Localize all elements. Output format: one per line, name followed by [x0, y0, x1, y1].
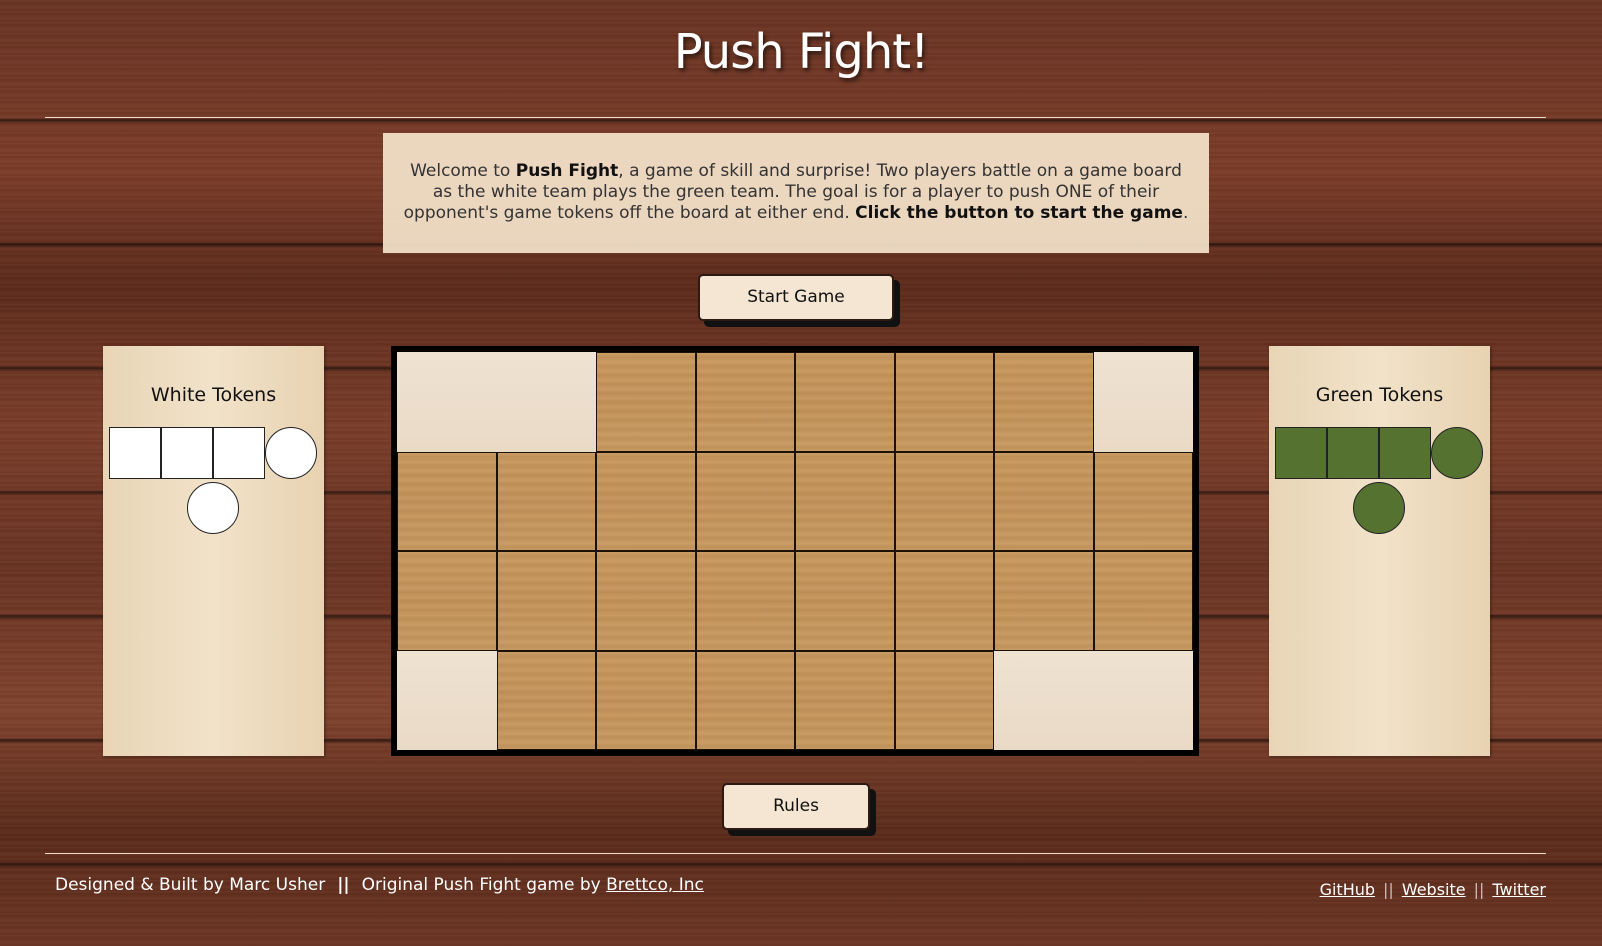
- off-board-area: [994, 650, 1094, 750]
- intro-text-3: .: [1182, 203, 1189, 223]
- start-game-button[interactable]: Start Game: [698, 274, 894, 321]
- board-square[interactable]: [894, 451, 994, 551]
- footer-link-separator: ||: [1383, 880, 1394, 899]
- off-board-area: [1093, 650, 1193, 750]
- green-tokens-title: Green Tokens: [1315, 384, 1444, 406]
- board-square[interactable]: [695, 650, 795, 750]
- green-square-token[interactable]: [1379, 427, 1431, 479]
- off-board-area: [496, 352, 596, 452]
- page-title: Push Fight!: [673, 24, 930, 80]
- board-square[interactable]: [596, 352, 696, 452]
- board-square[interactable]: [496, 650, 596, 750]
- footer-links: GitHub || Website || Twitter: [1320, 880, 1546, 899]
- board-square[interactable]: [695, 551, 795, 651]
- rules-button[interactable]: Rules: [722, 783, 870, 830]
- footer-credits: Designed & Built by Marc Usher || Original…: [55, 875, 704, 895]
- brettco-link[interactable]: Brettco, Inc: [606, 875, 704, 895]
- board-square[interactable]: [1093, 451, 1193, 551]
- original-game-credit: Original Push Fight game by: [361, 875, 607, 895]
- green-square-token[interactable]: [1275, 427, 1327, 479]
- footer-separator: ||: [337, 875, 350, 895]
- board-square[interactable]: [397, 451, 497, 551]
- website-link[interactable]: Website: [1402, 880, 1466, 899]
- board-square[interactable]: [994, 551, 1094, 651]
- intro-game-name: Push Fight: [515, 161, 619, 181]
- white-round-token[interactable]: [265, 427, 317, 479]
- github-link[interactable]: GitHub: [1320, 880, 1375, 899]
- board-square[interactable]: [596, 551, 696, 651]
- green-round-token[interactable]: [1431, 427, 1483, 479]
- footer-divider: [45, 853, 1546, 854]
- board-square[interactable]: [496, 451, 596, 551]
- green-tokens-panel: Green Tokens: [1269, 346, 1490, 756]
- white-tokens-title: White Tokens: [150, 384, 277, 406]
- board-square[interactable]: [894, 551, 994, 651]
- game-board: [391, 346, 1199, 756]
- board-square[interactable]: [894, 650, 994, 750]
- board-square[interactable]: [894, 352, 994, 452]
- white-round-token[interactable]: [187, 482, 239, 534]
- board-square[interactable]: [795, 551, 895, 651]
- board-square[interactable]: [596, 451, 696, 551]
- designer-credit: Designed & Built by Marc Usher: [55, 875, 326, 895]
- board-square[interactable]: [1093, 551, 1193, 651]
- green-square-token[interactable]: [1327, 427, 1379, 479]
- header-divider: [45, 117, 1546, 118]
- board-square[interactable]: [795, 451, 895, 551]
- off-board-area: [397, 352, 497, 452]
- intro-box: Welcome to Push Fight, a game of skill a…: [383, 133, 1209, 253]
- white-tokens-panel: White Tokens: [103, 346, 324, 756]
- green-round-token[interactable]: [1353, 482, 1405, 534]
- intro-text-1: Welcome to: [410, 161, 516, 181]
- footer-link-separator: ||: [1473, 880, 1485, 899]
- intro-cta: Click the button to start the game: [855, 203, 1183, 223]
- off-board-area: [1093, 352, 1193, 452]
- board-square[interactable]: [397, 551, 497, 651]
- white-square-token[interactable]: [161, 427, 213, 479]
- board-square[interactable]: [994, 451, 1094, 551]
- white-square-token[interactable]: [213, 427, 265, 479]
- board-square[interactable]: [695, 352, 795, 452]
- board-square[interactable]: [795, 650, 895, 750]
- board-square[interactable]: [795, 352, 895, 452]
- board-square[interactable]: [496, 551, 596, 651]
- board-square[interactable]: [994, 352, 1094, 452]
- board-square[interactable]: [596, 650, 696, 750]
- off-board-area: [397, 650, 497, 750]
- white-square-token[interactable]: [109, 427, 161, 479]
- board-square[interactable]: [695, 451, 795, 551]
- twitter-link[interactable]: Twitter: [1492, 880, 1546, 899]
